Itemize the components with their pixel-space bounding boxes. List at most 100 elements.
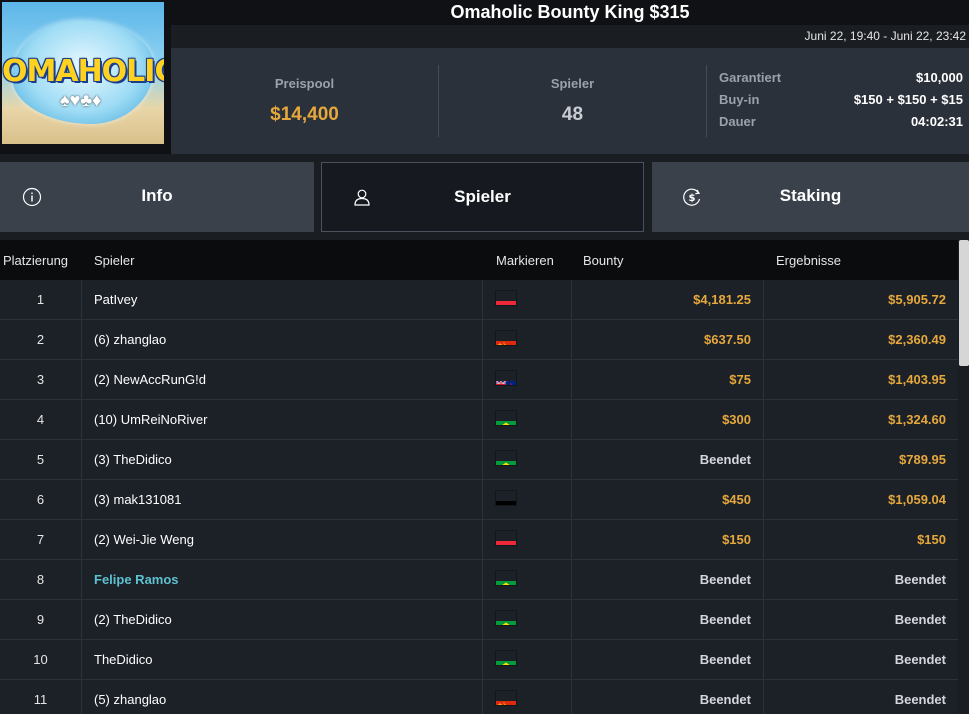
bounty-cell: Beendet xyxy=(699,572,751,587)
china-flag-icon xyxy=(496,691,516,705)
column-header-place[interactable]: Platzierung xyxy=(3,253,68,268)
flag-cell xyxy=(483,360,571,399)
tab-spieler-label: Spieler xyxy=(454,187,511,206)
player-name[interactable]: (5) zhanglao xyxy=(82,680,482,714)
player-name[interactable]: (2) NewAccRunG!d xyxy=(82,360,482,399)
result-cell: $1,059.04 xyxy=(888,492,946,507)
result-cell: $150 xyxy=(917,532,946,547)
result-cell: Beendet xyxy=(894,652,946,667)
bounty-cell: Beendet xyxy=(699,692,751,707)
column-header-flag[interactable]: Markieren xyxy=(496,253,554,268)
detail-value: $150 + $150 + $15 xyxy=(853,92,963,107)
new-zealand-flag-icon xyxy=(496,371,516,385)
tournament-stats-panel: Preispool $14,400 Spieler 48 Garantiert … xyxy=(171,48,969,154)
flag-cell xyxy=(483,320,571,359)
table-row[interactable]: 11 (5) zhanglao Beendet Beendet xyxy=(0,680,958,714)
tournament-logo: OMAHOLIC ♠♥♣♦ xyxy=(0,0,171,154)
flag-cell xyxy=(483,680,571,714)
bounty-cell: $637.50 xyxy=(704,332,751,347)
player-name[interactable]: (6) zhanglao xyxy=(82,320,482,359)
players-table: Platzierung Spieler Markieren Bounty Erg… xyxy=(0,240,958,714)
result-cell: $1,403.95 xyxy=(888,372,946,387)
tab-staking[interactable]: $ Staking xyxy=(652,162,969,232)
table-row[interactable]: 9 (2) TheDidico Beendet Beendet xyxy=(0,600,958,640)
player-name[interactable]: (2) Wei-Jie Weng xyxy=(82,520,482,559)
bounty-cell: Beendet xyxy=(699,652,751,667)
table-header: Platzierung Spieler Markieren Bounty Erg… xyxy=(0,240,958,280)
place-cell: 11 xyxy=(33,692,48,707)
result-cell: Beendet xyxy=(894,572,946,587)
prize-pool-value: $14,400 xyxy=(270,104,339,125)
bounty-cell: $150 xyxy=(722,532,751,547)
logo-text: OMAHOLIC xyxy=(2,54,164,89)
tab-spieler[interactable]: Spieler xyxy=(321,162,644,232)
table-row[interactable]: 6 (3) mak131081 $450 $1,059.04 xyxy=(0,480,958,520)
bounty-cell: $300 xyxy=(722,412,751,427)
brazil-flag-icon xyxy=(496,571,516,585)
player-name[interactable]: (3) mak131081 xyxy=(82,480,482,519)
table-row[interactable]: 1 PatIvey $4,181.25 $5,905.72 xyxy=(0,280,958,320)
player-name[interactable]: Felipe Ramos xyxy=(82,560,482,599)
table-row[interactable]: 5 (3) TheDidico Beendet $789.95 xyxy=(0,440,958,480)
table-row[interactable]: 8 Felipe Ramos Beendet Beendet xyxy=(0,560,958,600)
detail-key: Garantiert xyxy=(719,70,782,85)
tab-info-label: Info xyxy=(141,186,173,205)
player-name[interactable]: TheDidico xyxy=(82,640,482,679)
player-name[interactable]: (2) TheDidico xyxy=(82,600,482,639)
tab-info[interactable]: Info xyxy=(0,162,314,232)
place-cell: 1 xyxy=(36,292,45,307)
logo-image: OMAHOLIC ♠♥♣♦ xyxy=(2,2,164,144)
prize-pool-label: Preispool xyxy=(274,76,335,91)
austria-flag-icon xyxy=(496,531,516,545)
column-header-result[interactable]: Ergebnisse xyxy=(776,253,841,268)
table-row[interactable]: 4 (10) UmReiNoRiver $300 $1,324.60 xyxy=(0,400,958,440)
germany-flag-icon xyxy=(496,491,516,505)
divider xyxy=(706,65,707,137)
brazil-flag-icon xyxy=(496,611,516,625)
player-name[interactable]: PatIvey xyxy=(82,280,482,319)
players-stat: Spieler 48 xyxy=(439,48,706,154)
date-range-bar: Juni 22, 19:40 - Juni 22, 23:42 xyxy=(171,25,969,48)
flag-cell xyxy=(483,480,571,519)
brazil-flag-icon xyxy=(496,651,516,665)
result-cell: Beendet xyxy=(894,692,946,707)
table-row[interactable]: 2 (6) zhanglao $637.50 $2,360.49 xyxy=(0,320,958,360)
bounty-cell: $450 xyxy=(722,492,751,507)
tournament-title: Omaholic Bounty King $315 xyxy=(171,0,969,25)
playing-cards-icon: ♠♥♣♦ xyxy=(60,90,102,110)
detail-value: 04:02:31 xyxy=(910,114,963,129)
table-row[interactable]: 10 TheDidico Beendet Beendet xyxy=(0,640,958,680)
column-header-player[interactable]: Spieler xyxy=(94,253,134,268)
players-value: 48 xyxy=(561,104,584,125)
bounty-cell: $4,181.25 xyxy=(693,292,751,307)
place-cell: 3 xyxy=(36,372,45,387)
detail-key: Dauer xyxy=(719,114,756,129)
place-cell: 6 xyxy=(36,492,45,507)
tab-staking-label: Staking xyxy=(779,186,842,205)
players-label: Spieler xyxy=(550,76,595,91)
result-cell: $789.95 xyxy=(899,452,946,467)
austria-flag-icon xyxy=(496,291,516,305)
place-cell: 9 xyxy=(36,612,45,627)
tournament-details: Garantiert $10,000 Buy-in $150 + $150 + … xyxy=(719,70,963,136)
table-scrollbar[interactable] xyxy=(958,240,969,714)
flag-cell xyxy=(483,520,571,559)
detail-buy-in: Buy-in $150 + $150 + $15 xyxy=(719,92,963,114)
table-row[interactable]: 7 (2) Wei-Jie Weng $150 $150 xyxy=(0,520,958,560)
brazil-flag-icon xyxy=(496,451,516,465)
scrollbar-thumb[interactable] xyxy=(959,240,969,366)
column-header-bounty[interactable]: Bounty xyxy=(583,253,623,268)
flag-cell xyxy=(483,600,571,639)
detail-value: $10,000 xyxy=(916,70,963,85)
bounty-cell: $75 xyxy=(729,372,751,387)
prize-pool-stat: Preispool $14,400 xyxy=(171,48,438,154)
place-cell: 4 xyxy=(36,412,45,427)
bounty-cell: Beendet xyxy=(699,452,751,467)
table-row[interactable]: 3 (2) NewAccRunG!d $75 $1,403.95 xyxy=(0,360,958,400)
player-name[interactable]: (3) TheDidico xyxy=(82,440,482,479)
flag-cell xyxy=(483,440,571,479)
player-name[interactable]: (10) UmReiNoRiver xyxy=(82,400,482,439)
brazil-flag-icon xyxy=(496,411,516,425)
place-cell: 2 xyxy=(36,332,45,347)
detail-guaranteed: Garantiert $10,000 xyxy=(719,70,963,92)
